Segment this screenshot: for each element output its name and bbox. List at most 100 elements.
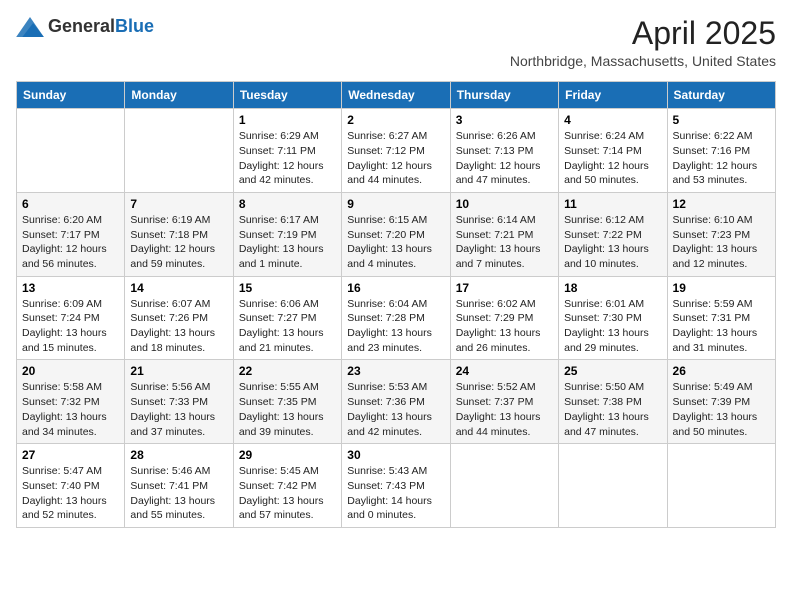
calendar-cell: 29 Sunrise: 5:45 AM Sunset: 7:42 PM Dayli… <box>233 444 341 528</box>
calendar-cell: 3Sunrise: 6:26 AM Sunset: 7:13 PM Daylig… <box>450 109 558 193</box>
day-info: Sunrise: 5:53 AM Sunset: 7:36 PM Dayligh… <box>347 380 444 439</box>
calendar-cell: 14 Sunrise: 6:07 AM Sunset: 7:26 PM Dayli… <box>125 276 233 360</box>
calendar-cell: 22 Sunrise: 5:55 AM Sunset: 7:35 PM Dayli… <box>233 360 341 444</box>
calendar-cell: 13 Sunrise: 6:09 AM Sunset: 7:24 PM Dayli… <box>17 276 125 360</box>
day-info: Sunrise: 5:55 AM Sunset: 7:35 PM Dayligh… <box>239 380 336 439</box>
day-number: 9 <box>347 197 444 211</box>
day-number: 2 <box>347 113 444 127</box>
day-number: 26 <box>673 364 770 378</box>
calendar-cell: 15Sunrise: 6:06 AM Sunset: 7:27 PM Dayli… <box>233 276 341 360</box>
calendar-cell: 30 Sunrise: 5:43 AM Sunset: 7:43 PM Dayli… <box>342 444 450 528</box>
day-info: Sunrise: 6:02 AM Sunset: 7:29 PM Dayligh… <box>456 297 553 356</box>
logo-icon <box>16 17 44 37</box>
col-header-tuesday: Tuesday <box>233 82 341 109</box>
calendar-cell <box>559 444 667 528</box>
day-number: 5 <box>673 113 770 127</box>
calendar-cell: 21 Sunrise: 5:56 AM Sunset: 7:33 PM Dayli… <box>125 360 233 444</box>
day-number: 1 <box>239 113 336 127</box>
day-number: 18 <box>564 281 661 295</box>
day-number: 25 <box>564 364 661 378</box>
calendar-cell: 2 Sunrise: 6:27 AM Sunset: 7:12 PM Daylig… <box>342 109 450 193</box>
calendar-cell: 6 Sunrise: 6:20 AM Sunset: 7:17 PM Daylig… <box>17 192 125 276</box>
day-info: Sunrise: 5:59 AM Sunset: 7:31 PM Dayligh… <box>673 297 770 356</box>
logo-text-blue: Blue <box>115 16 154 36</box>
day-info: Sunrise: 5:49 AM Sunset: 7:39 PM Dayligh… <box>673 380 770 439</box>
calendar-cell: 16 Sunrise: 6:04 AM Sunset: 7:28 PM Dayli… <box>342 276 450 360</box>
day-number: 28 <box>130 448 227 462</box>
day-info: Sunrise: 6:15 AM Sunset: 7:20 PM Dayligh… <box>347 213 444 272</box>
title-block: April 2025 Northbridge, Massachusetts, U… <box>510 16 776 69</box>
day-info: Sunrise: 5:47 AM Sunset: 7:40 PM Dayligh… <box>22 464 119 523</box>
calendar-cell: 27 Sunrise: 5:47 AM Sunset: 7:40 PM Dayli… <box>17 444 125 528</box>
col-header-wednesday: Wednesday <box>342 82 450 109</box>
day-number: 6 <box>22 197 119 211</box>
day-info: Sunrise: 6:12 AM Sunset: 7:22 PM Dayligh… <box>564 213 661 272</box>
calendar-cell: 11 Sunrise: 6:12 AM Sunset: 7:22 PM Dayli… <box>559 192 667 276</box>
col-header-friday: Friday <box>559 82 667 109</box>
day-number: 27 <box>22 448 119 462</box>
day-number: 22 <box>239 364 336 378</box>
day-info: Sunrise: 6:14 AM Sunset: 7:21 PM Dayligh… <box>456 213 553 272</box>
day-info: Sunrise: 6:09 AM Sunset: 7:24 PM Dayligh… <box>22 297 119 356</box>
calendar-cell <box>17 109 125 193</box>
day-number: 24 <box>456 364 553 378</box>
day-info: Sunrise: 6:19 AM Sunset: 7:18 PM Dayligh… <box>130 213 227 272</box>
day-info: Sunrise: 5:58 AM Sunset: 7:32 PM Dayligh… <box>22 380 119 439</box>
day-info: Sunrise: 6:04 AM Sunset: 7:28 PM Dayligh… <box>347 297 444 356</box>
day-info: Sunrise: 6:24 AM Sunset: 7:14 PM Dayligh… <box>564 129 661 188</box>
day-info: Sunrise: 6:29 AM Sunset: 7:11 PM Dayligh… <box>239 129 336 188</box>
day-number: 4 <box>564 113 661 127</box>
calendar-cell: 5 Sunrise: 6:22 AM Sunset: 7:16 PM Daylig… <box>667 109 775 193</box>
day-info: Sunrise: 5:52 AM Sunset: 7:37 PM Dayligh… <box>456 380 553 439</box>
day-info: Sunrise: 6:01 AM Sunset: 7:30 PM Dayligh… <box>564 297 661 356</box>
day-info: Sunrise: 6:27 AM Sunset: 7:12 PM Dayligh… <box>347 129 444 188</box>
day-info: Sunrise: 5:50 AM Sunset: 7:38 PM Dayligh… <box>564 380 661 439</box>
calendar-cell: 19 Sunrise: 5:59 AM Sunset: 7:31 PM Dayli… <box>667 276 775 360</box>
col-header-saturday: Saturday <box>667 82 775 109</box>
calendar-cell: 26 Sunrise: 5:49 AM Sunset: 7:39 PM Dayli… <box>667 360 775 444</box>
calendar-cell: 9 Sunrise: 6:15 AM Sunset: 7:20 PM Daylig… <box>342 192 450 276</box>
calendar-cell: 1 Sunrise: 6:29 AM Sunset: 7:11 PM Daylig… <box>233 109 341 193</box>
day-number: 29 <box>239 448 336 462</box>
page-header: GeneralBlue April 2025 Northbridge, Mass… <box>16 16 776 69</box>
logo-text-general: General <box>48 16 115 36</box>
day-info: Sunrise: 5:56 AM Sunset: 7:33 PM Dayligh… <box>130 380 227 439</box>
calendar-cell: 4 Sunrise: 6:24 AM Sunset: 7:14 PM Daylig… <box>559 109 667 193</box>
location-title: Northbridge, Massachusetts, United State… <box>510 53 776 69</box>
day-number: 10 <box>456 197 553 211</box>
day-number: 12 <box>673 197 770 211</box>
day-number: 7 <box>130 197 227 211</box>
calendar-cell <box>125 109 233 193</box>
calendar-cell: 23 Sunrise: 5:53 AM Sunset: 7:36 PM Dayli… <box>342 360 450 444</box>
calendar-cell: 25 Sunrise: 5:50 AM Sunset: 7:38 PM Dayli… <box>559 360 667 444</box>
day-info: Sunrise: 6:22 AM Sunset: 7:16 PM Dayligh… <box>673 129 770 188</box>
day-info: Sunrise: 6:06 AM Sunset: 7:27 PM Dayligh… <box>239 297 336 356</box>
calendar-cell: 12Sunrise: 6:10 AM Sunset: 7:23 PM Dayli… <box>667 192 775 276</box>
day-info: Sunrise: 5:45 AM Sunset: 7:42 PM Dayligh… <box>239 464 336 523</box>
calendar-table: SundayMondayTuesdayWednesdayThursdayFrid… <box>16 81 776 528</box>
calendar-cell: 18 Sunrise: 6:01 AM Sunset: 7:30 PM Dayli… <box>559 276 667 360</box>
day-info: Sunrise: 6:26 AM Sunset: 7:13 PM Dayligh… <box>456 129 553 188</box>
day-info: Sunrise: 5:43 AM Sunset: 7:43 PM Dayligh… <box>347 464 444 523</box>
calendar-cell: 20 Sunrise: 5:58 AM Sunset: 7:32 PM Dayli… <box>17 360 125 444</box>
day-number: 16 <box>347 281 444 295</box>
calendar-cell <box>667 444 775 528</box>
day-info: Sunrise: 6:20 AM Sunset: 7:17 PM Dayligh… <box>22 213 119 272</box>
day-info: Sunrise: 5:46 AM Sunset: 7:41 PM Dayligh… <box>130 464 227 523</box>
day-info: Sunrise: 6:07 AM Sunset: 7:26 PM Dayligh… <box>130 297 227 356</box>
col-header-thursday: Thursday <box>450 82 558 109</box>
logo: GeneralBlue <box>16 16 154 37</box>
day-number: 8 <box>239 197 336 211</box>
day-number: 19 <box>673 281 770 295</box>
day-number: 14 <box>130 281 227 295</box>
day-number: 21 <box>130 364 227 378</box>
day-number: 23 <box>347 364 444 378</box>
day-number: 11 <box>564 197 661 211</box>
calendar-cell <box>450 444 558 528</box>
day-number: 13 <box>22 281 119 295</box>
month-title: April 2025 <box>510 16 776 51</box>
calendar-cell: 7 Sunrise: 6:19 AM Sunset: 7:18 PM Daylig… <box>125 192 233 276</box>
calendar-cell: 8Sunrise: 6:17 AM Sunset: 7:19 PM Daylig… <box>233 192 341 276</box>
day-number: 30 <box>347 448 444 462</box>
day-number: 20 <box>22 364 119 378</box>
